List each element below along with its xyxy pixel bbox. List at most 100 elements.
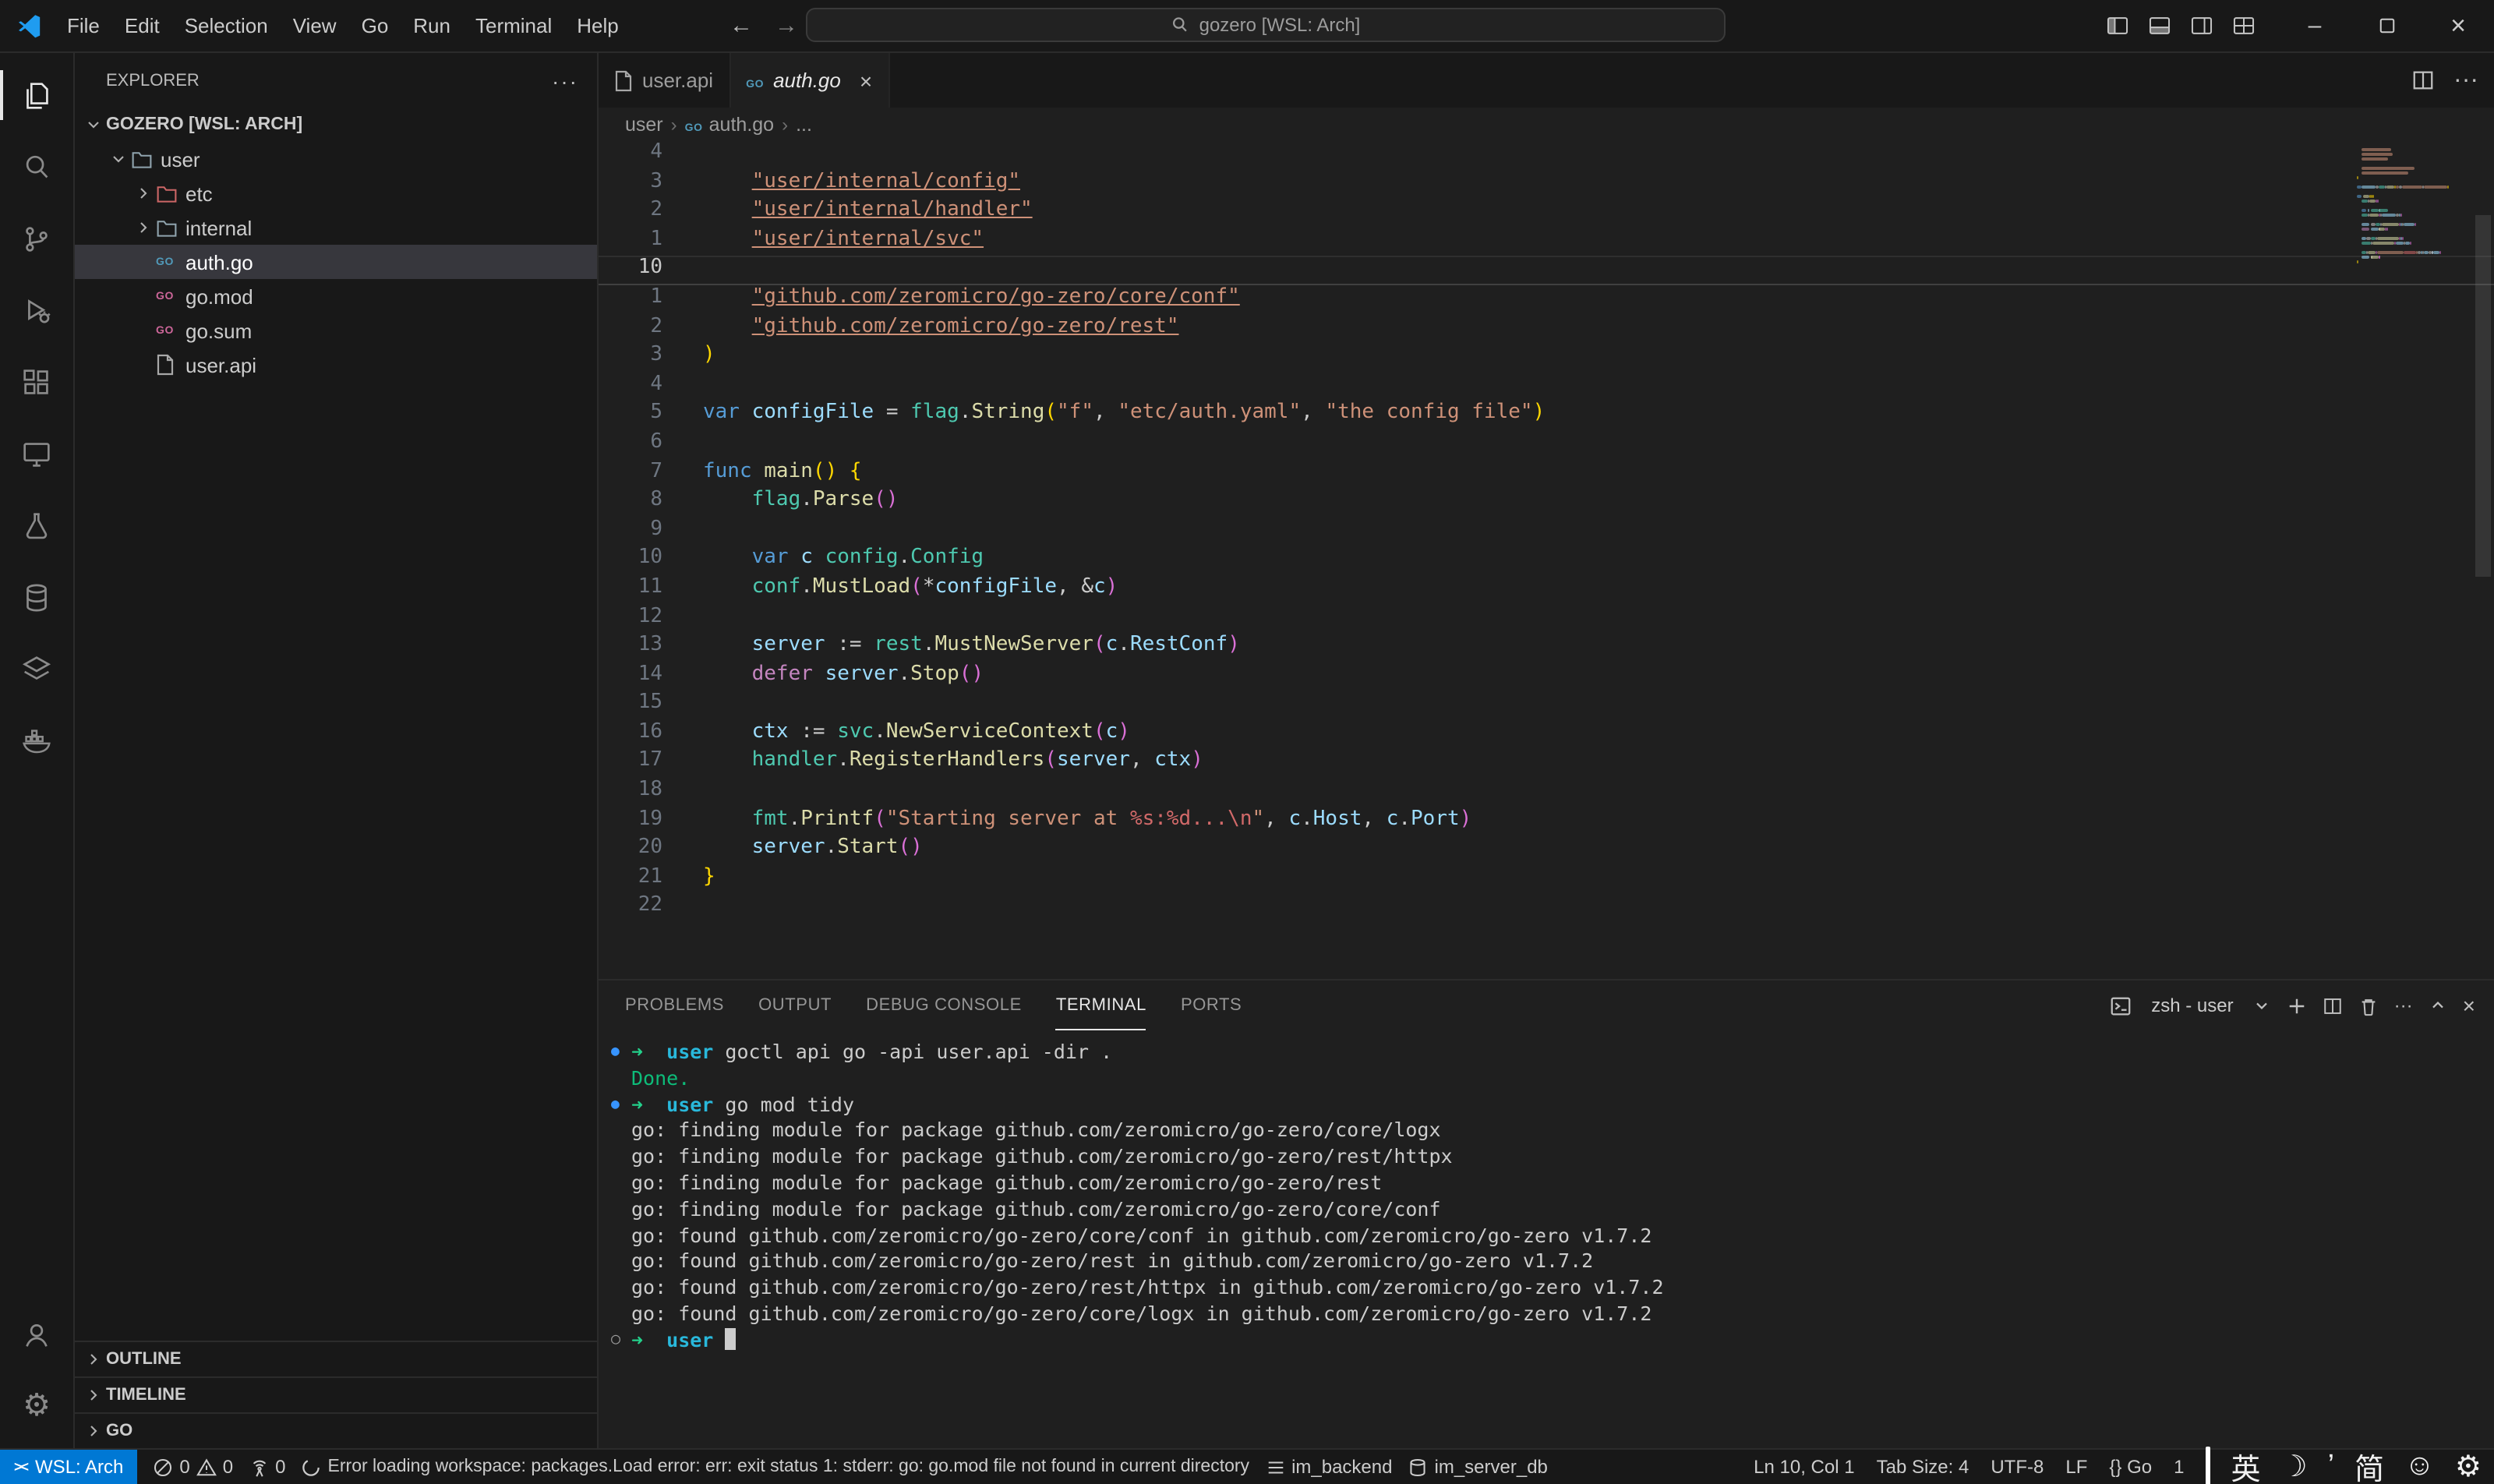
docker-icon[interactable] (0, 705, 74, 776)
tree-item-go-sum[interactable]: GOgo.sum (75, 313, 597, 348)
menu-file[interactable]: File (55, 14, 112, 37)
file-tree: GOZERO [WSL: ARCH]useretcinternalGOauth.… (75, 108, 597, 1341)
remote-indicator[interactable]: >< WSL: Arch (0, 1450, 137, 1484)
panel-tab-problems[interactable]: PROBLEMS (625, 980, 724, 1030)
section-go[interactable]: GO (75, 1412, 597, 1448)
source-control-icon[interactable] (0, 203, 74, 274)
panel-tab-ports[interactable]: PORTS (1181, 980, 1242, 1030)
ime-settings-icon[interactable]: ⚙ (2455, 1449, 2482, 1484)
tree-item-label: user.api (185, 353, 256, 376)
line-number: 4 (599, 373, 703, 401)
tree-root[interactable]: GOZERO [WSL: ARCH] (75, 108, 597, 142)
ime-emoji-icon[interactable]: ☺ (2404, 1450, 2435, 1484)
menu-edit[interactable]: Edit (112, 14, 172, 37)
ime-halfwidth-icon[interactable]: ☽ (2281, 1449, 2308, 1484)
extensions-icon[interactable] (0, 346, 74, 418)
breadcrumb-item[interactable]: ... (796, 113, 812, 135)
folder-icon (131, 149, 153, 169)
panel-tab-output[interactable]: OUTPUT (758, 980, 832, 1030)
testing-icon[interactable] (0, 489, 74, 561)
close-tab-icon[interactable]: × (860, 68, 872, 93)
split-editor-icon[interactable] (2411, 69, 2435, 92)
editor-more-actions-icon[interactable]: ··· (2453, 66, 2478, 94)
breadcrumb-separator: › (671, 113, 677, 135)
panel-tab-terminal[interactable]: TERMINAL (1056, 980, 1146, 1030)
status-right-item-5[interactable]: 1 (2174, 1456, 2184, 1478)
ports-indicator[interactable]: 0 (249, 1456, 285, 1478)
close-window-button[interactable]: × (2422, 0, 2494, 51)
run-debug-icon[interactable] (0, 274, 74, 346)
tree-item-user[interactable]: user (75, 142, 597, 176)
status-right-item-2[interactable]: UTF-8 (1991, 1456, 2044, 1478)
toggle-panel-icon[interactable] (2146, 12, 2173, 39)
forward-button[interactable]: → (775, 12, 798, 39)
code-editor[interactable]: 43 "user/internal/config"2 "user/interna… (599, 140, 2494, 979)
menu-help[interactable]: Help (564, 14, 631, 37)
kill-terminal-icon[interactable] (2358, 995, 2379, 1016)
ime-punctuation-icon[interactable]: ’ (2328, 1450, 2334, 1484)
search-icon (1171, 16, 1190, 34)
terminal[interactable]: ●➜ user goctl api go -api user.api -dir … (599, 1030, 2494, 1448)
line-number: 1 (599, 228, 703, 256)
toggle-secondary-sidebar-icon[interactable] (2188, 12, 2215, 39)
section-timeline[interactable]: TIMELINE (75, 1376, 597, 1412)
tree-item-auth-go[interactable]: GOauth.go (75, 245, 597, 279)
new-terminal-icon[interactable] (2287, 995, 2307, 1016)
tree-item-user-api[interactable]: user.api (75, 348, 597, 382)
tree-item-go-mod[interactable]: GOgo.mod (75, 279, 597, 313)
split-terminal-icon[interactable] (2323, 995, 2343, 1016)
line-number: 3 (599, 343, 703, 372)
menu-selection[interactable]: Selection (172, 14, 281, 37)
remote-explorer-icon[interactable] (0, 418, 74, 489)
maximize-button[interactable] (2351, 0, 2422, 51)
ime-lang-icon[interactable]: 英 (2231, 1446, 2260, 1484)
minimize-button[interactable]: – (2279, 0, 2351, 51)
status-right-item-1[interactable]: Tab Size: 4 (1877, 1456, 1969, 1478)
shell-label[interactable]: zsh - user (2151, 995, 2233, 1016)
code-line: 17 handler.RegisterHandlers(server, ctx) (599, 749, 2494, 778)
terminal-line: go: finding module for package github.co… (631, 1144, 2494, 1171)
tree-item-internal[interactable]: internal (75, 210, 597, 245)
editor-scrollbar[interactable] (2472, 140, 2494, 979)
tab-auth-go[interactable]: GOauth.go× (730, 53, 889, 108)
tree-item-etc[interactable]: etc (75, 176, 597, 210)
database-icon[interactable] (0, 561, 74, 633)
close-panel-icon[interactable]: × (2463, 993, 2475, 1018)
toggle-sidebar-icon[interactable] (2104, 12, 2131, 39)
code-line: 11 conf.MustLoad(*configFile, &c) (599, 575, 2494, 604)
settings-gear-icon[interactable]: ⚙ (0, 1370, 74, 1442)
customize-layout-icon[interactable] (2231, 12, 2257, 39)
breadcrumb-item[interactable]: GOauth.go (685, 113, 774, 135)
layers-icon[interactable] (0, 633, 74, 705)
ime-simplified-icon[interactable]: 简 (2354, 1446, 2384, 1484)
workspace-loading-status[interactable]: Error loading workspace: packages.Load e… (302, 1457, 1250, 1477)
tab-user-api[interactable]: user.api (599, 53, 730, 108)
explorer-icon[interactable] (0, 59, 74, 131)
terminal-line: ●➜ user go mod tidy (631, 1092, 2494, 1118)
chevron-right-icon (81, 1350, 106, 1369)
panel-tab-debug-console[interactable]: DEBUG CONSOLE (866, 980, 1022, 1030)
status-right-item-0[interactable]: Ln 10, Col 1 (1754, 1456, 1854, 1478)
back-button[interactable]: ← (729, 12, 753, 39)
status-right-item-3[interactable]: LF (2065, 1456, 2087, 1478)
shell-dropdown-icon[interactable] (2252, 996, 2271, 1015)
menu-go[interactable]: Go (349, 14, 401, 37)
search-sidebar-icon[interactable] (0, 131, 74, 203)
section-outline[interactable]: OUTLINE (75, 1341, 597, 1376)
menu-view[interactable]: View (281, 14, 349, 37)
menu-run[interactable]: Run (401, 14, 463, 37)
panel-more-actions-icon[interactable]: ··· (2394, 995, 2413, 1016)
breadcrumb-item[interactable]: user (625, 113, 663, 135)
status-item-im-backend[interactable]: im_backend (1265, 1456, 1392, 1478)
explorer-more-actions-icon[interactable]: ··· (552, 68, 578, 93)
status-item-im-server-db[interactable]: im_server_db (1408, 1456, 1548, 1478)
account-icon[interactable] (0, 1298, 74, 1370)
menu-terminal[interactable]: Terminal (463, 14, 564, 37)
status-right-item-4[interactable]: {} Go (2109, 1456, 2152, 1478)
problems-indicator[interactable]: 0 0 (153, 1456, 233, 1478)
maximize-panel-icon[interactable] (2429, 996, 2447, 1015)
search-text: gozero [WSL: Arch] (1199, 14, 1361, 36)
code-line: 13 server := rest.MustNewServer(c.RestCo… (599, 633, 2494, 662)
command-center-search[interactable]: gozero [WSL: Arch] (806, 8, 1726, 42)
line-number: 20 (599, 836, 703, 865)
